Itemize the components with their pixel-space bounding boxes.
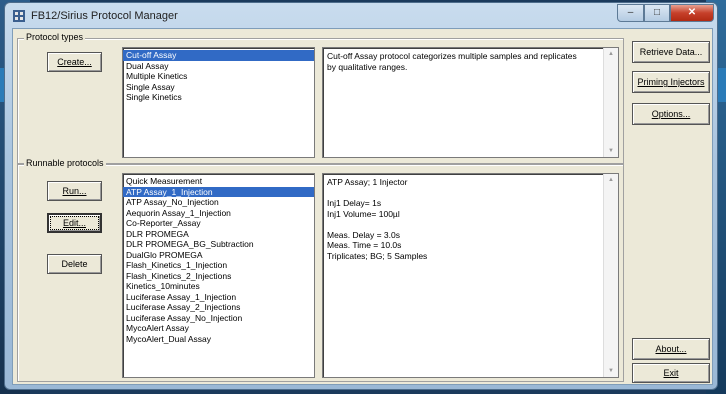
description-scrollbar[interactable]: ▲ ▼ — [603, 48, 618, 157]
list-item[interactable]: MycoAlert_Dual Assay — [123, 334, 314, 345]
title-bar[interactable]: FB12/Sirius Protocol Manager – □ ✕ — [5, 3, 717, 29]
list-item[interactable]: ATP Assay_1_Injection — [123, 186, 314, 197]
run-button-label: Run... — [62, 186, 87, 196]
client-area: Protocol types Create... Cut-off Assay Du… — [12, 28, 713, 385]
priming-injectors-label: Priming Injectors — [637, 77, 705, 87]
list-item[interactable]: Co-Reporter_Assay — [123, 218, 314, 229]
close-button[interactable]: ✕ — [670, 4, 714, 22]
minimize-button[interactable]: – — [617, 4, 644, 22]
list-item[interactable]: DLR PROMEGA_BG_Subtraction — [123, 239, 314, 250]
run-button[interactable]: Run... — [47, 181, 102, 201]
runnable-protocols-label: Runnable protocols — [24, 158, 106, 168]
window-title: FB12/Sirius Protocol Manager — [31, 10, 178, 22]
edit-button-label: Edit... — [62, 218, 86, 228]
protocol-types-label: Protocol types — [24, 32, 86, 42]
list-item[interactable]: Flash_Kinetics_1_Injection — [123, 260, 314, 271]
priming-injectors-button[interactable]: Priming Injectors — [632, 71, 710, 93]
protocol-manager-window: FB12/Sirius Protocol Manager – □ ✕ Proto… — [4, 2, 718, 390]
create-button[interactable]: Create... — [47, 52, 102, 72]
exit-label: Exit — [663, 368, 679, 378]
list-item[interactable]: Cut-off Assay — [123, 50, 314, 61]
protocol-type-description-text: Cut-off Assay protocol categorizes multi… — [327, 51, 580, 72]
list-item[interactable]: ATP Assay_No_Injection — [123, 197, 314, 208]
runnable-protocols-list[interactable]: Quick Measurement ATP Assay_1_Injection AT… — [122, 173, 315, 378]
about-button[interactable]: About... — [632, 338, 710, 360]
list-item[interactable]: DualGlo PROMEGA — [123, 250, 314, 261]
list-item[interactable]: Quick Measurement — [123, 176, 314, 187]
options-button[interactable]: Options... — [632, 103, 710, 125]
scroll-up-icon[interactable]: ▲ — [608, 177, 614, 183]
list-item[interactable]: Dual Assay — [123, 61, 314, 72]
list-item[interactable]: Kinetics_10minutes — [123, 281, 314, 292]
list-item[interactable]: MycoAlert Assay — [123, 323, 314, 334]
list-item[interactable]: DLR PROMEGA — [123, 229, 314, 240]
list-item[interactable]: Flash_Kinetics_2_Injections — [123, 271, 314, 282]
list-item[interactable]: Luciferase Assay_No_Injection — [123, 313, 314, 324]
maximize-button[interactable]: □ — [644, 4, 670, 22]
delete-button-label: Delete — [61, 259, 88, 269]
list-item[interactable]: Luciferase Assay_2_Injections — [123, 302, 314, 313]
options-label: Options... — [651, 109, 691, 119]
delete-button[interactable]: Delete — [47, 254, 102, 274]
create-button-label: Create... — [57, 57, 92, 67]
scroll-up-icon[interactable]: ▲ — [608, 51, 614, 57]
about-label: About... — [655, 344, 687, 354]
exit-button[interactable]: Exit — [632, 363, 710, 383]
app-icon — [13, 10, 25, 22]
protocol-details-text: ATP Assay; 1 Injector Inj1 Delay= 1s Inj… — [327, 177, 428, 261]
list-item[interactable]: Multiple Kinetics — [123, 71, 314, 82]
retrieve-data-label: Retrieve Data... — [639, 47, 703, 57]
list-item[interactable]: Single Assay — [123, 82, 314, 93]
list-item[interactable]: Single Kinetics — [123, 92, 314, 103]
protocol-details: ATP Assay; 1 Injector Inj1 Delay= 1s Inj… — [322, 173, 619, 378]
list-item[interactable]: Luciferase Assay_1_Injection — [123, 292, 314, 303]
protocol-types-list[interactable]: Cut-off Assay Dual Assay Multiple Kinetics… — [122, 47, 315, 158]
scroll-down-icon[interactable]: ▼ — [608, 148, 614, 154]
protocol-type-description: Cut-off Assay protocol categorizes multi… — [322, 47, 619, 158]
edit-button[interactable]: Edit... — [47, 213, 102, 233]
retrieve-data-button[interactable]: Retrieve Data... — [632, 41, 710, 63]
details-scrollbar[interactable]: ▲ ▼ — [603, 174, 618, 377]
list-item[interactable]: Aequorin Assay_1_Injection — [123, 208, 314, 219]
scroll-down-icon[interactable]: ▼ — [608, 368, 614, 374]
